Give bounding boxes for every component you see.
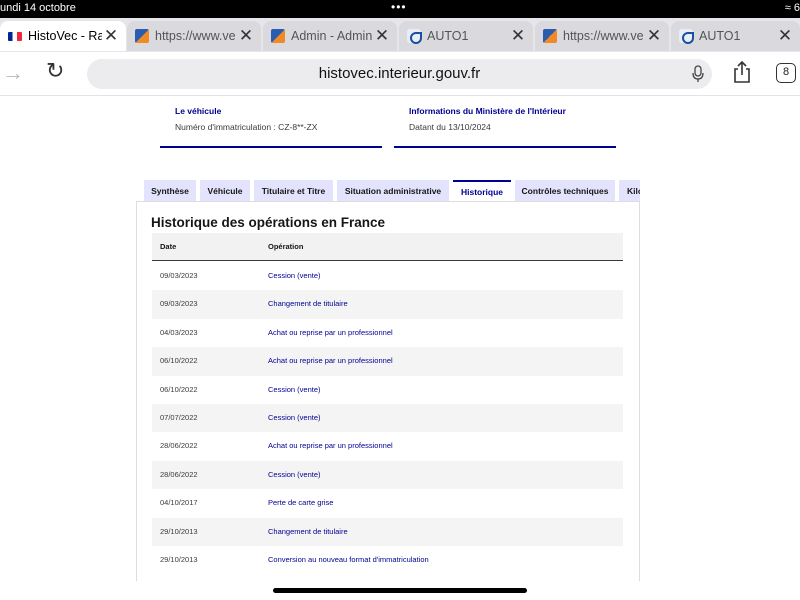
table-row: 29/10/2013 Changement de titulaire [152,517,623,546]
table-header: Date Opération [152,233,623,261]
ministry-card: Informations du Ministère de l'Intérieur… [394,97,616,148]
browser-tab-5[interactable]: https://www.ve ✕ [535,21,669,51]
forward-arrow-icon[interactable]: → [2,60,24,86]
table-row: 04/03/2023 Achat ou reprise par un profes… [152,319,623,347]
row-operation: Cession (vente) [268,469,321,479]
row-date: 07/07/2022 [160,412,198,422]
browser-tab-3[interactable]: Admin - Admin ✕ [263,21,397,51]
history-table-body: 09/03/2023 Cession (vente) 09/03/2023 Chan… [152,262,623,574]
close-icon[interactable]: ✕ [776,26,794,46]
browser-toolbar: → ↻ histovec.interieur.gouv.fr 8 [0,52,800,96]
multitask-dots-icon[interactable]: ••• [391,0,407,14]
status-bar: undi 14 octobre ••• ≈ 6 [0,0,800,18]
row-operation: Achat ou reprise par un professionnel [268,441,393,451]
flag-fr-icon [8,31,22,41]
ministry-card-title: Informations du Ministère de l'Intérieur [409,106,566,116]
close-icon[interactable]: ✕ [237,26,255,46]
row-date: 06/10/2022 [160,356,198,366]
report-tabs: Synthèse Véhicule Titulaire et Titre Sit… [144,180,640,202]
row-operation: Achat ou reprise par un professionnel [268,356,393,366]
table-row: 28/06/2022 Cession (vente) [152,460,623,490]
page-content: Le véhicule Numéro d'immatriculation : C… [0,97,800,600]
row-date: 09/03/2023 [160,271,198,280]
address-bar[interactable]: histovec.interieur.gouv.fr [87,59,712,89]
close-icon[interactable]: ✕ [373,26,391,46]
table-row: 06/10/2022 Achat ou reprise par un profes… [152,347,623,376]
browser-tab-6[interactable]: AUTO1 ✕ [671,21,800,51]
status-time: undi 14 octobre [0,2,76,14]
history-title: Historique des opérations en France [151,215,386,230]
url-text: histovec.interieur.gouv.fr [318,65,481,82]
site-icon [543,29,557,43]
tab-titulaire[interactable]: Titulaire et Titre [254,180,333,202]
table-row: 28/06/2022 Achat ou reprise par un profes… [152,432,623,460]
browser-tab-2[interactable]: https://www.ve ✕ [127,21,261,51]
column-header-operation: Opération [268,242,304,251]
vehicle-card-title: Le véhicule [175,106,222,116]
row-operation: Changement de titulaire [268,299,348,309]
browser-tab-bar: HistoVec - Rapp ✕ https://www.ve ✕ Admin… [0,18,800,52]
column-header-date: Date [160,242,177,251]
row-date: 09/03/2023 [160,299,198,309]
row-operation: Changement de titulaire [268,526,348,536]
table-row: 09/03/2023 Changement de titulaire [152,290,623,319]
tab-historique[interactable]: Historique [453,180,511,202]
tab-overview-button[interactable]: 8 [776,63,796,83]
row-operation: Conversion au nouveau format d'immatricu… [268,554,429,564]
row-date: 06/10/2022 [160,384,198,394]
row-date: 28/06/2022 [160,441,198,451]
row-operation: Cession (vente) [268,271,321,280]
vehicle-card-text: Numéro d'immatriculation : CZ-8**-ZX [175,122,318,132]
row-date: 29/10/2013 [160,554,198,564]
site-icon [135,29,149,43]
tab-synthese[interactable]: Synthèse [144,180,196,202]
browser-tab-label: HistoVec - Rapp [28,29,102,43]
row-date: 29/10/2013 [160,526,198,536]
vehicle-card: Le véhicule Numéro d'immatriculation : C… [160,97,382,148]
tab-vehicule[interactable]: Véhicule [200,180,250,202]
home-indicator[interactable] [273,588,527,593]
row-operation: Perte de carte grise [268,498,334,508]
browser-tab-label: Admin - Admin [291,29,373,43]
row-date: 04/03/2023 [160,327,198,337]
close-icon[interactable]: ✕ [645,26,663,46]
row-operation: Cession (vente) [268,384,321,394]
table-row: 09/03/2023 Cession (vente) [152,262,623,290]
row-date: 28/06/2022 [160,469,198,479]
browser-tab-4[interactable]: AUTO1 ✕ [399,21,533,51]
browser-tab-label: AUTO1 [427,29,469,43]
row-date: 04/10/2017 [160,498,198,508]
tab-situation[interactable]: Situation administrative [337,180,449,202]
row-operation: Cession (vente) [268,412,321,422]
tab-kilometrage[interactable]: Kilo [619,180,640,202]
reload-icon[interactable]: ↻ [46,58,64,84]
row-operation: Achat ou reprise par un professionnel [268,327,393,337]
ministry-card-text: Datant du 13/10/2024 [409,122,491,132]
auto1-icon [407,29,422,44]
browser-tab-label: https://www.ve [155,29,236,43]
status-wifi-battery: ≈ 6 [784,2,800,14]
close-icon[interactable]: ✕ [509,26,527,46]
browser-tab-label: https://www.ve [563,29,644,43]
share-icon[interactable] [732,60,752,84]
table-row: 07/07/2022 Cession (vente) [152,403,623,433]
close-icon[interactable]: ✕ [102,26,120,46]
browser-tab-histovec[interactable]: HistoVec - Rapp ✕ [0,21,126,51]
table-row: 04/10/2017 Perte de carte grise [152,489,623,517]
table-row: 29/10/2013 Conversion au nouveau format d… [152,546,623,574]
microphone-icon[interactable] [692,65,704,83]
auto1-icon [679,29,694,44]
tab-controles[interactable]: Contrôles techniques [515,180,615,202]
site-icon [271,29,285,43]
browser-tab-label: AUTO1 [699,29,741,43]
table-row: 06/10/2022 Cession (vente) [152,376,623,404]
